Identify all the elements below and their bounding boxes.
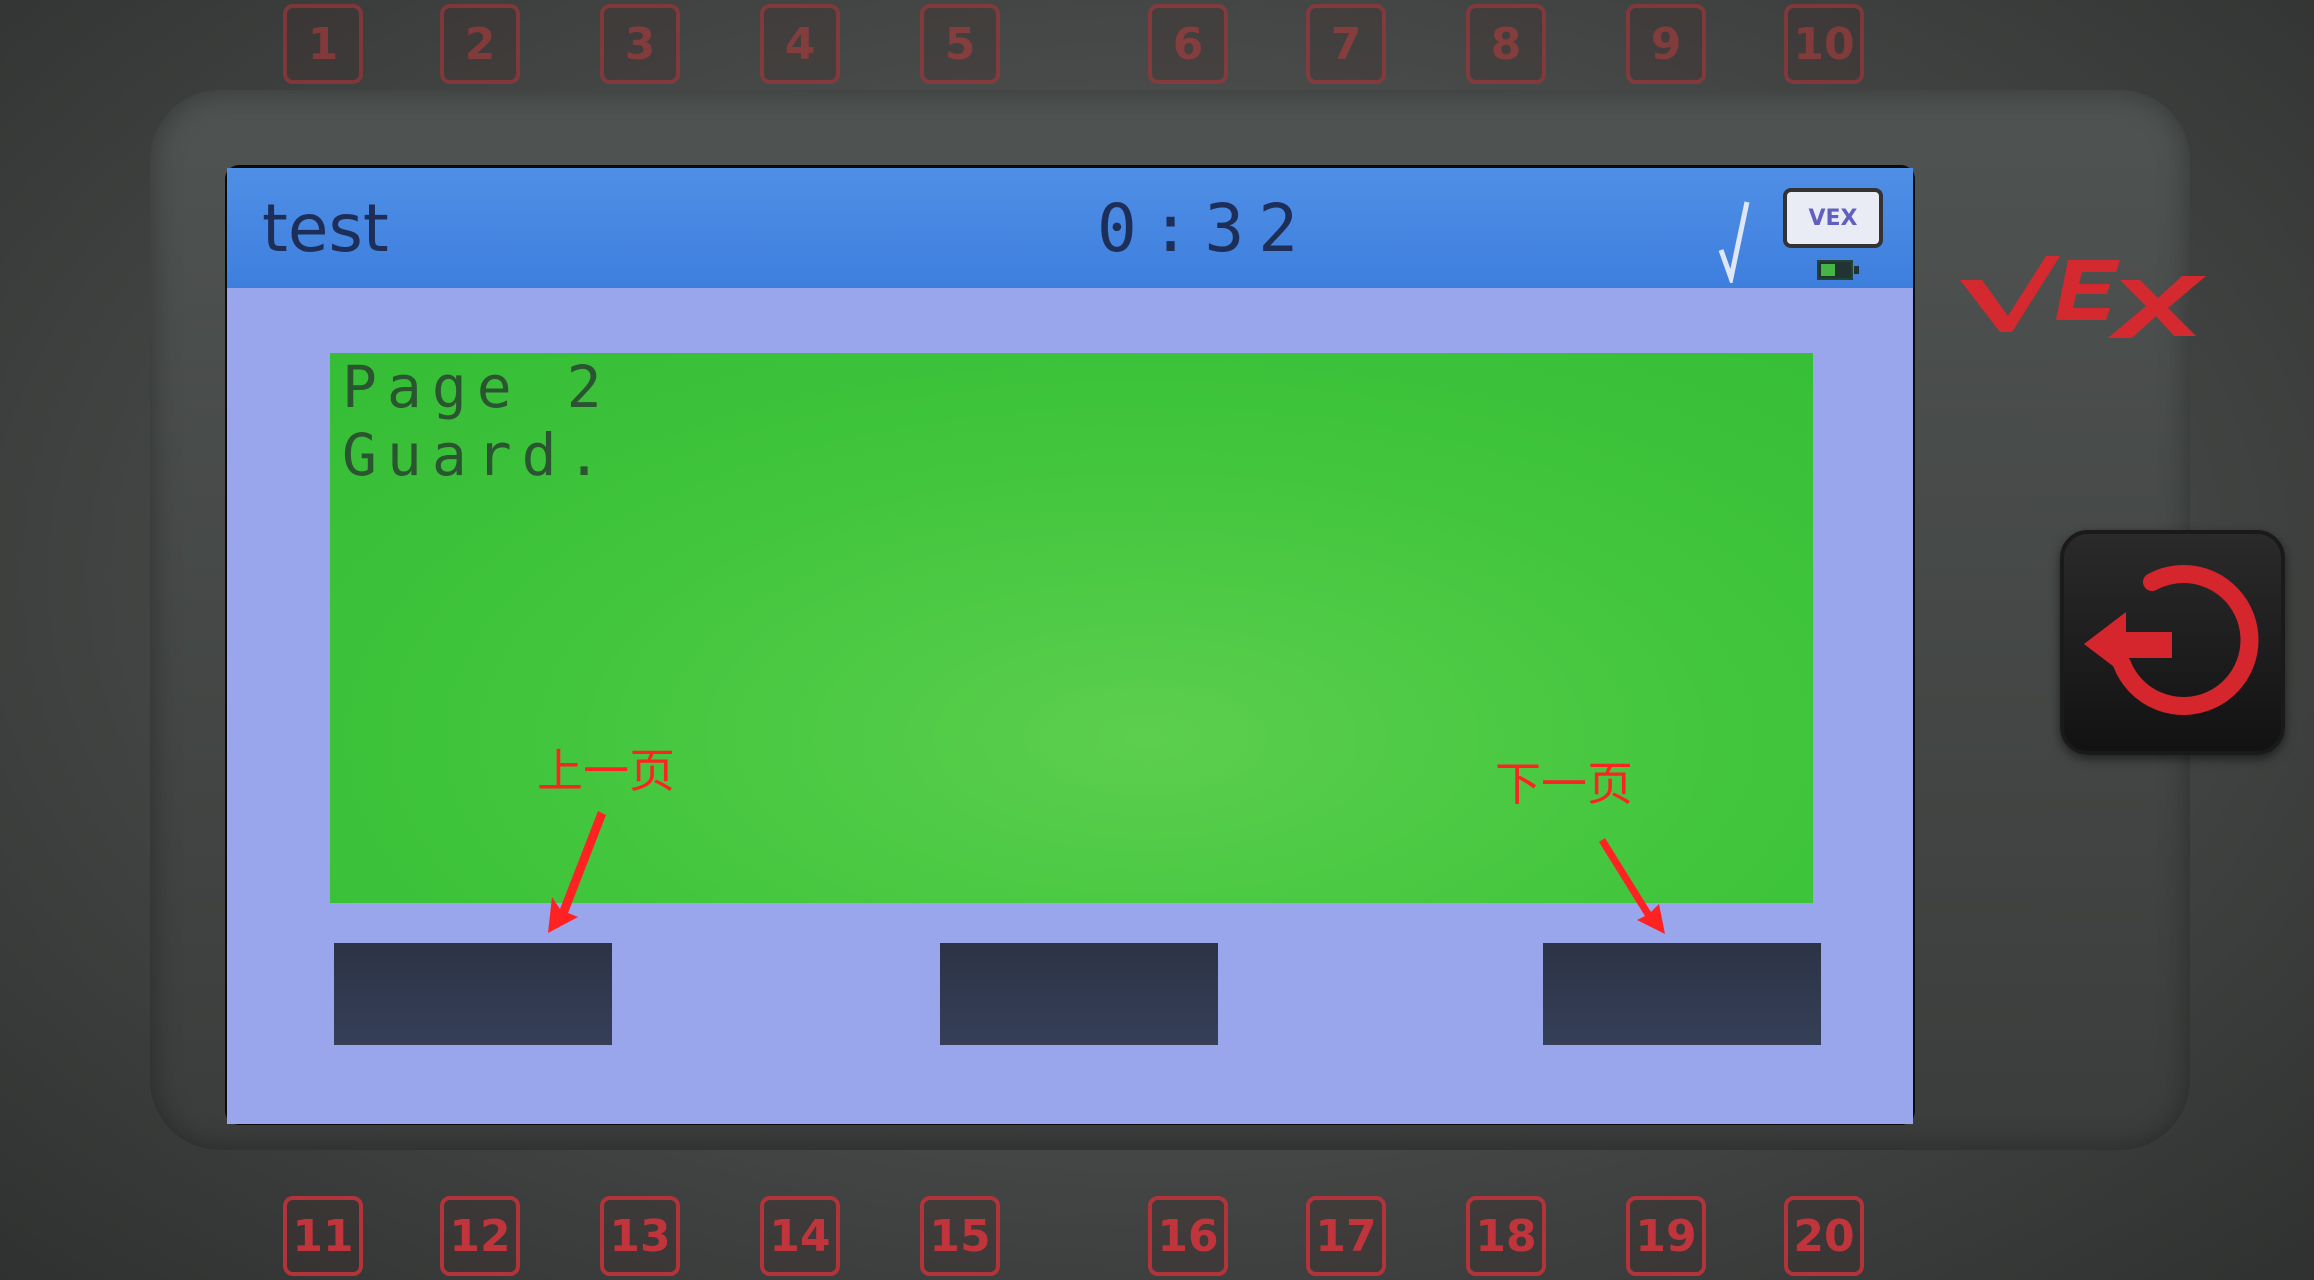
prev-page-arrow-icon [548,811,606,933]
title-bar: test 0:32 VEX [227,168,1913,288]
timer: 0:32 [1097,190,1312,267]
port-13: 13 [600,1196,680,1276]
lcd-display: test 0:32 VEX Page 2 Guard. [227,168,1913,1124]
content-line-1: Page 2 [342,353,612,421]
port-5: 5 [920,4,1000,84]
next-page-arrow-icon [1599,838,1665,934]
next-page-button[interactable] [1543,943,1821,1045]
port-8: 8 [1466,4,1546,84]
battery-level [1821,264,1835,276]
port-15: 15 [920,1196,1000,1276]
port-11: 11 [283,1196,363,1276]
port-2: 2 [440,4,520,84]
port-12: 12 [440,1196,520,1276]
prev-page-button[interactable] [334,943,612,1045]
prev-page-annotation: 上一页 [537,744,675,798]
battery-nub [1854,266,1859,274]
port-10: 10 [1784,4,1864,84]
checkmark-icon [1718,201,1750,283]
center-button[interactable] [940,943,1218,1045]
port-17: 17 [1306,1196,1386,1276]
port-4: 4 [760,4,840,84]
content-line-2: Guard. [342,421,612,489]
vex-logo [1960,256,2206,338]
port-1: 1 [283,4,363,84]
port-16: 16 [1148,1196,1228,1276]
battery-icon [1817,260,1859,280]
back-button[interactable] [2060,530,2285,755]
port-20: 20 [1784,1196,1864,1276]
port-14: 14 [760,1196,840,1276]
vex-brain-device: 1 2 3 4 5 6 7 8 9 10 11 12 13 14 15 16 1… [0,0,2314,1280]
vex-status-badge: VEX [1783,188,1883,248]
next-page-annotation: 下一页 [1495,757,1633,811]
back-power-icon [2084,565,2259,715]
port-3: 3 [600,4,680,84]
program-name: test [262,190,389,267]
port-9: 9 [1626,4,1706,84]
port-6: 6 [1148,4,1228,84]
port-7: 7 [1306,4,1386,84]
port-19: 19 [1626,1196,1706,1276]
port-18: 18 [1466,1196,1546,1276]
